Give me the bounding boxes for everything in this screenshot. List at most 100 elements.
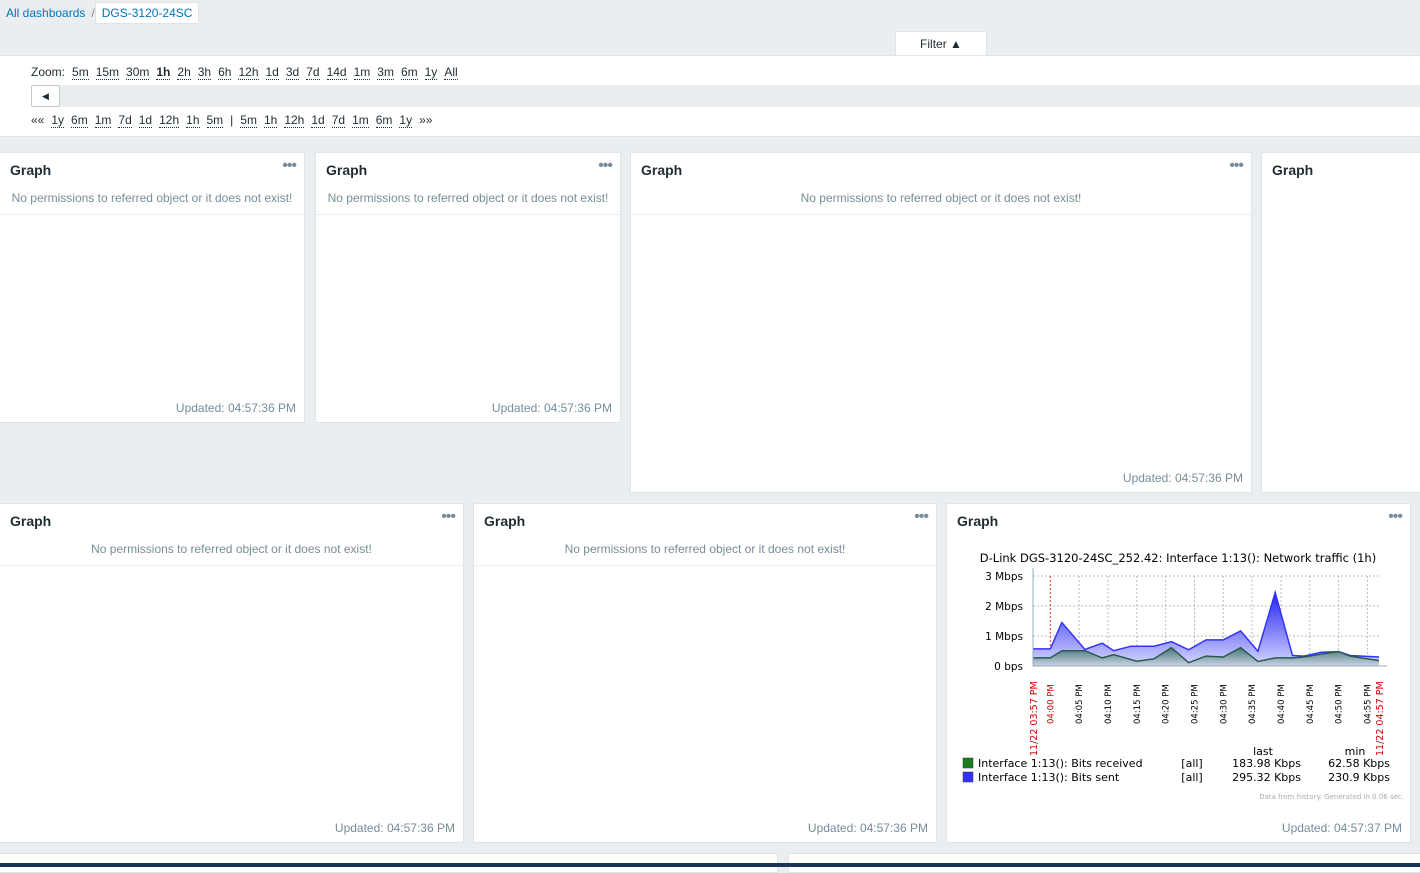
filter-panel: Zoom: 5m 15m 30m 1h 2h 3h 6h 12h 1d 3d 7d 14d 1m 3m 6m 1… — [0, 55, 1420, 137]
zoom-option-1y[interactable]: 1y — [425, 65, 438, 80]
x-start-label: 11/22 03:57 PM — [1029, 681, 1040, 756]
zoom-option-15m[interactable]: 15m — [96, 65, 119, 80]
widget-updated: Updated: 04:57:36 PM — [176, 401, 296, 415]
zoom-option-5m[interactable]: 5m — [72, 65, 89, 80]
legend-name: Interface 1:13(): Bits sent — [978, 771, 1120, 784]
zoom-option-2h[interactable]: 2h — [177, 65, 190, 80]
zoom-option-1d[interactable]: 1d — [266, 65, 279, 80]
chart-footer: Data from history. Generated in 0.06 sec… — [1259, 793, 1404, 801]
widget-graph-3: Graph•••No permissions to referred objec… — [630, 152, 1252, 493]
zoom-option-All[interactable]: All — [444, 65, 457, 80]
zoom-option-1h[interactable]: 1h — [156, 65, 170, 80]
nav-forward-7d[interactable]: 7d — [332, 113, 345, 128]
zoom-row: Zoom: 5m 15m 30m 1h 2h 3h 6h 12h 1d 3d 7d 14d 1m 3m 6m 1… — [31, 65, 458, 80]
x-tick-label: 04:45 PM — [1306, 684, 1316, 724]
zoom-option-14d[interactable]: 14d — [327, 65, 347, 80]
legend-min: 62.58 Kbps — [1328, 757, 1390, 770]
nav-forward-1d[interactable]: 1d — [311, 113, 324, 128]
filter-tab[interactable]: Filter ▲ — [895, 31, 987, 56]
widget-updated: Updated: 04:57:36 PM — [492, 401, 612, 415]
widget-graph-6: Graph ••• No permissions to referred objec… — [473, 503, 937, 843]
zoom-option-3d[interactable]: 3d — [286, 65, 299, 80]
more-options-icon[interactable]: ••• — [1388, 508, 1402, 526]
widget-title: Graph — [484, 513, 525, 529]
widget-message: No permissions to referred object or it … — [0, 542, 463, 566]
nav-back-7d[interactable]: 7d — [118, 113, 131, 128]
zoom-option-3h[interactable]: 3h — [198, 65, 211, 80]
widget-graph-4: Graph — [1261, 152, 1420, 493]
widget-graph-1: Graph ••• No permissions to referred objec… — [0, 152, 305, 423]
nav-back-12h[interactable]: 12h — [159, 113, 179, 128]
x-tick-label: 04:30 PM — [1219, 684, 1229, 724]
zoom-label: Zoom: — [31, 65, 65, 80]
x-tick-label: 04:40 PM — [1277, 684, 1287, 724]
widget-updated: Updated: 04:57:36 PM — [335, 821, 455, 835]
y-tick-label: 2 Mbps — [985, 601, 1023, 613]
nav-forward-1y[interactable]: 1y — [399, 113, 412, 128]
timeline-prev-button[interactable]: ◀ — [31, 85, 60, 107]
zoom-option-6m[interactable]: 6m — [401, 65, 418, 80]
network-traffic-chart[interactable]: D-Link DGS-3120-24SC_252.42: Interface 1… — [947, 542, 1410, 842]
nav-back-1y[interactable]: 1y — [51, 113, 64, 128]
x-tick-label: 04:20 PM — [1162, 684, 1172, 724]
timeline-bar[interactable]: ◀ — [31, 85, 1420, 107]
nav-back-6m[interactable]: 6m — [71, 113, 88, 128]
zoom-option-7d[interactable]: 7d — [306, 65, 319, 80]
breadcrumb: All dashboards / DGS-3120-24SC — [0, 2, 199, 24]
nav-forward-5m[interactable]: 5m — [240, 113, 257, 128]
widget-graph-5: Graph ••• No permissions to referred objec… — [0, 503, 464, 843]
more-options-icon[interactable]: ••• — [441, 508, 455, 526]
widget-message: No permissions to referred object or it … — [631, 191, 1251, 215]
more-options-icon[interactable]: ••• — [1229, 157, 1243, 175]
more-options-icon[interactable]: ••• — [598, 157, 612, 175]
legend-func: [all] — [1181, 757, 1202, 770]
x-tick-label: 04:55 PM — [1363, 684, 1373, 724]
nav-forward-12h[interactable]: 12h — [284, 113, 304, 128]
x-tick-label: 04:05 PM — [1075, 684, 1085, 724]
nav-forward-6m[interactable]: 6m — [376, 113, 393, 128]
chart-title: D-Link DGS-3120-24SC_252.42: Interface 1… — [980, 551, 1376, 565]
nav-back-1d[interactable]: 1d — [139, 113, 152, 128]
zoom-option-30m[interactable]: 30m — [126, 65, 149, 80]
triangle-left-icon: ◀ — [42, 91, 49, 101]
legend-swatch — [963, 772, 973, 782]
taskbar — [0, 863, 1420, 867]
nav-back-all[interactable]: «« — [31, 113, 44, 128]
zoom-option-12h[interactable]: 12h — [238, 65, 258, 80]
nav-divider: | — [230, 113, 233, 128]
breadcrumb-current[interactable]: DGS-3120-24SC — [95, 2, 200, 24]
y-tick-label: 3 Mbps — [985, 571, 1023, 583]
navigation-row: «« 1y 6m 1m 7d 1d 12h 1h 5m | 5m 1h 12h 1d 7d 1m 6m 1y »» — [31, 113, 432, 128]
x-end-label: 11/22 04:57 PM — [1375, 681, 1386, 756]
zoom-option-6h[interactable]: 6h — [218, 65, 231, 80]
widget-updated: Updated: 04:57:36 PM — [1123, 471, 1243, 485]
nav-back-1m[interactable]: 1m — [95, 113, 112, 128]
zoom-option-3m[interactable]: 3m — [377, 65, 394, 80]
legend-min: 230.9 Kbps — [1328, 771, 1390, 784]
widget-title: Graph — [10, 162, 51, 178]
x-tick-label: 04:10 PM — [1104, 684, 1114, 724]
zoom-option-1m[interactable]: 1m — [354, 65, 371, 80]
widget-message: No permissions to referred object or it … — [474, 542, 936, 566]
x-tick-label: 04:50 PM — [1335, 684, 1345, 724]
legend-func: [all] — [1181, 771, 1202, 784]
widget-title: Graph — [10, 513, 51, 529]
nav-forward-1m[interactable]: 1m — [352, 113, 369, 128]
widget-message: No permissions to referred object or it … — [0, 191, 304, 215]
nav-forward-all[interactable]: »» — [419, 113, 432, 128]
widget-updated: Updated: 04:57:37 PM — [1282, 821, 1402, 835]
y-tick-label: 1 Mbps — [985, 631, 1023, 643]
x-tick-label: 04:35 PM — [1248, 684, 1258, 724]
y-tick-label: 0 bps — [994, 661, 1023, 673]
breadcrumb-all-dashboards[interactable]: All dashboards — [0, 6, 91, 20]
more-options-icon[interactable]: ••• — [282, 157, 296, 175]
legend-swatch — [963, 758, 973, 768]
nav-back-5m[interactable]: 5m — [207, 113, 224, 128]
legend-name: Interface 1:13(): Bits received — [978, 757, 1143, 770]
nav-forward-1h[interactable]: 1h — [264, 113, 277, 128]
nav-back-1h[interactable]: 1h — [186, 113, 199, 128]
widget-message: No permissions to referred object or it … — [316, 191, 620, 215]
widget-updated: Updated: 04:57:36 PM — [808, 821, 928, 835]
more-options-icon[interactable]: ••• — [914, 508, 928, 526]
legend-last: 295.32 Kbps — [1232, 771, 1301, 784]
